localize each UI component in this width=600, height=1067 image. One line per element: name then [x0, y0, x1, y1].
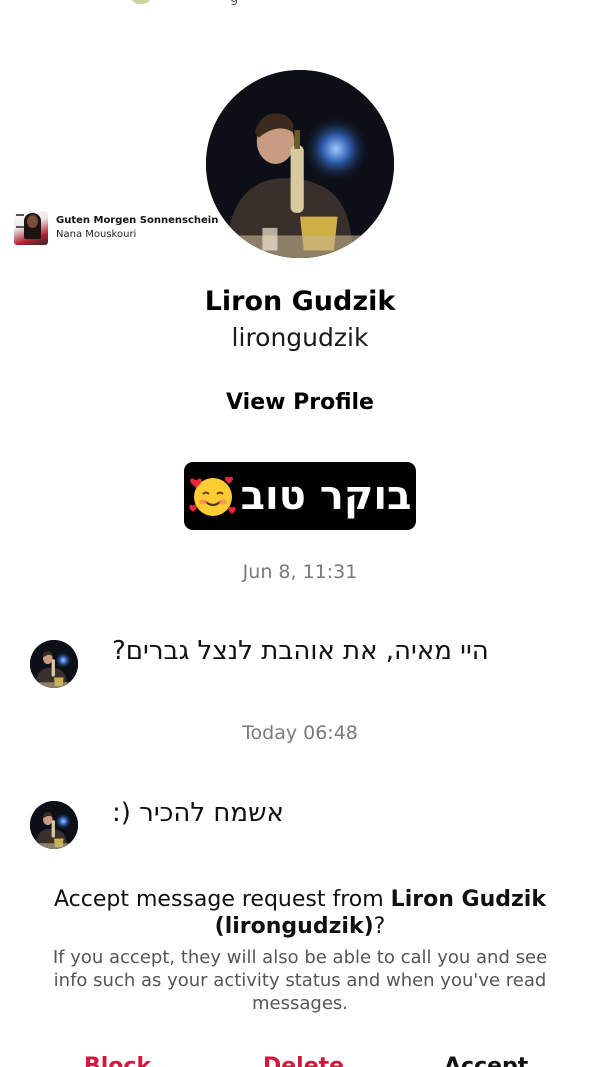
avatar-photo [30, 801, 78, 849]
sender-avatar[interactable] [30, 801, 78, 849]
profile-avatar[interactable] [206, 70, 394, 258]
sender-avatar[interactable] [30, 640, 78, 688]
message-bubble[interactable]: היי מאיה, את אוהבת לנצל גברים? [112, 636, 489, 666]
music-sticker[interactable]: Guten Morgen Sonnenschein Nana Mouskouri [14, 208, 218, 248]
accept-request-title: Accept message request from Liron Gudzik… [54, 887, 546, 939]
accept-request-info: If you accept, they will also be able to… [52, 947, 548, 1014]
username: lirongudzik [231, 323, 369, 352]
avatar-photo [30, 640, 78, 688]
sticker-text: בוקר טוב [240, 473, 412, 519]
display-name: Liron Gudzik [204, 286, 396, 317]
thread-timestamp: Today 06:48 [242, 722, 358, 744]
requester-name: Liron Gudzik [390, 887, 546, 912]
avatar-photo [206, 70, 394, 258]
smiling-face-with-hearts-icon [188, 476, 236, 516]
message-request-screen: g Guten Morgen Sonnenschein Nana Mouskou… [0, 0, 600, 1067]
thread-timestamp: Jun 8, 11:31 [242, 561, 358, 583]
block-button[interactable]: Block [84, 1054, 151, 1067]
song-artist: Nana Mouskouri [56, 229, 137, 240]
requester-handle: (lirongudzik) [214, 914, 374, 939]
accept-button[interactable]: Accept [444, 1054, 528, 1067]
song-title: Guten Morgen Sonnenschein [56, 215, 219, 226]
status-dot [130, 0, 152, 4]
top-cut-strip: g [0, 0, 600, 10]
view-profile-button[interactable]: View Profile [200, 390, 400, 415]
album-art [14, 211, 48, 245]
message-bubble[interactable]: אשמח להכיר (: [112, 798, 284, 828]
status-cut-text: g [230, 0, 238, 6]
delete-button[interactable]: Delete [263, 1054, 344, 1067]
text-sticker[interactable]: בוקר טוב [184, 462, 416, 530]
request-actions: Block Delete Accept [0, 1054, 600, 1067]
